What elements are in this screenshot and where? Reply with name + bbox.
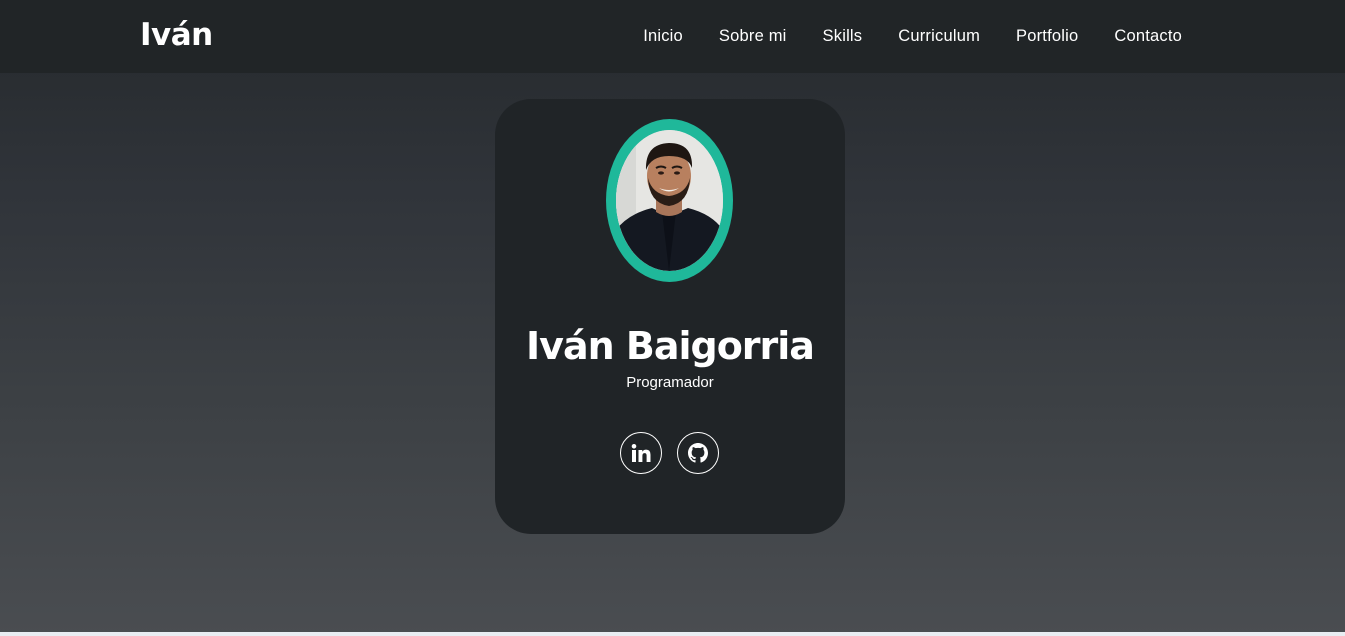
nav-link-curriculum[interactable]: Curriculum: [898, 27, 980, 46]
profile-role: Programador: [626, 374, 714, 391]
avatar: [616, 130, 723, 271]
avatar-ring: [606, 119, 733, 282]
profile-photo-icon: [616, 130, 723, 271]
nav-link-sobre-mi[interactable]: Sobre mi: [719, 27, 787, 46]
nav-link-inicio[interactable]: Inicio: [643, 27, 683, 46]
github-icon: [688, 443, 708, 463]
profile-card: Iván Baigorria Programador: [495, 99, 845, 534]
brand-logo[interactable]: Iván: [140, 15, 213, 55]
profile-name: Iván Baigorria: [526, 324, 815, 368]
nav-link-contacto[interactable]: Contacto: [1114, 27, 1182, 46]
social-links: [620, 432, 719, 474]
nav-link-skills[interactable]: Skills: [823, 27, 863, 46]
page-bottom-edge: [0, 632, 1345, 636]
nav-menu: Inicio Sobre mi Skills Curriculum Portfo…: [607, 0, 1182, 73]
nav-link-portfolio[interactable]: Portfolio: [1016, 27, 1078, 46]
github-button[interactable]: [677, 432, 719, 474]
linkedin-icon: [631, 444, 651, 462]
linkedin-button[interactable]: [620, 432, 662, 474]
navbar: Iván Inicio Sobre mi Skills Curriculum P…: [0, 0, 1345, 73]
